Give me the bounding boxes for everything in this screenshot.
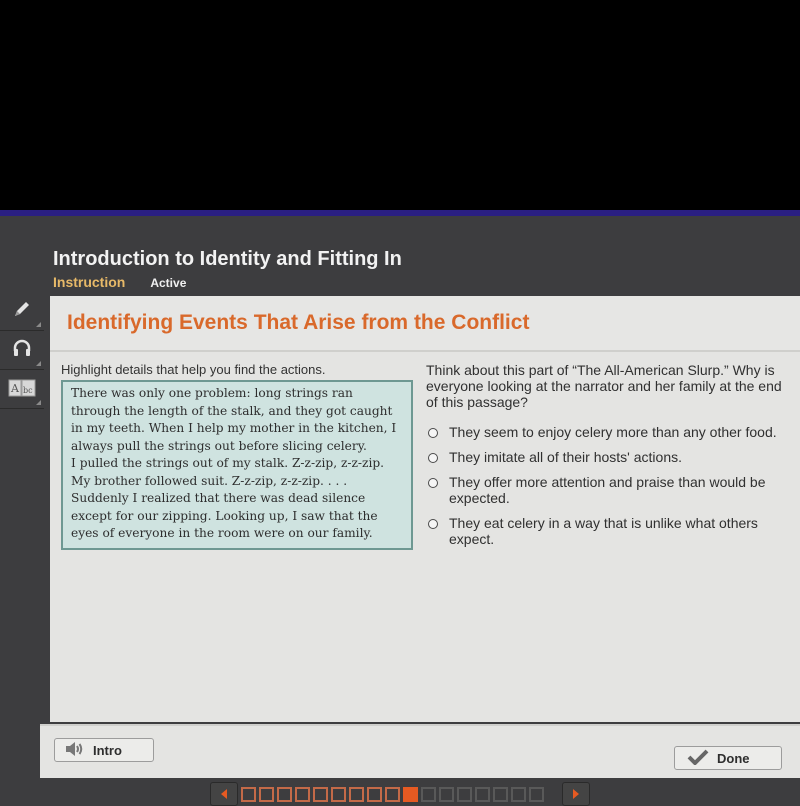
lesson-pager	[210, 782, 590, 806]
answer-option-label[interactable]: They seem to enjoy celery more than any …	[449, 424, 777, 440]
tool-menu-corner	[36, 361, 41, 366]
svg-text:A: A	[10, 382, 20, 395]
passage-paragraph[interactable]: There was only one problem: long strings…	[71, 385, 403, 455]
step-indicator-done[interactable]	[349, 786, 364, 802]
answer-option-label[interactable]: They offer more attention and praise tha…	[449, 474, 786, 506]
reading-passage[interactable]: There was only one problem: long strings…	[61, 380, 413, 550]
passage-paragraph[interactable]: Suddenly I realized that there was dead …	[71, 490, 403, 543]
intro-button-label: Intro	[93, 742, 122, 758]
step-indicator-current[interactable]	[403, 786, 418, 802]
tool-menu-corner	[36, 400, 41, 405]
answer-options: They seem to enjoy celery more than any …	[426, 424, 786, 547]
step-indicator-upcoming[interactable]	[511, 786, 526, 802]
passage-instruction: Highlight details that help you find the…	[61, 362, 326, 377]
question-prompt: Think about this part of “The All-Americ…	[426, 362, 782, 410]
answer-option-label[interactable]: They imitate all of their hosts' actions…	[449, 449, 682, 465]
tool-menu-corner	[36, 322, 41, 327]
lesson-title: Identifying Events That Arise from the C…	[67, 311, 530, 334]
dictionary-tool-button[interactable]: Abc	[0, 370, 44, 409]
step-indicator-upcoming[interactable]	[439, 786, 454, 802]
passage-paragraph[interactable]: I pulled the strings out of my stalk. Z-…	[71, 455, 403, 490]
step-indicator-done[interactable]	[331, 786, 346, 802]
done-button[interactable]: Done	[674, 746, 782, 770]
next-page-button[interactable]	[562, 782, 590, 806]
step-indicator-done[interactable]	[367, 786, 382, 802]
step-indicator-done[interactable]	[241, 786, 256, 802]
answer-option[interactable]: They imitate all of their hosts' actions…	[426, 449, 786, 465]
step-indicator-upcoming[interactable]	[421, 786, 436, 802]
pencil-icon	[11, 298, 33, 325]
chevron-right-icon	[573, 789, 579, 799]
svg-text:bc: bc	[23, 386, 33, 395]
step-indicator-upcoming[interactable]	[529, 786, 544, 802]
breadcrumb-section[interactable]: Instruction	[53, 274, 125, 290]
breadcrumb: Instruction Active	[53, 274, 186, 290]
lesson-footer: Intro Done	[40, 724, 800, 778]
done-button-label: Done	[717, 750, 750, 766]
previous-page-button[interactable]	[210, 782, 238, 806]
radio-button[interactable]	[428, 453, 438, 463]
step-indicator-upcoming[interactable]	[475, 786, 490, 802]
lesson-header: Identifying Events That Arise from the C…	[50, 296, 800, 352]
headphones-icon	[11, 337, 33, 364]
answer-option[interactable]: They seem to enjoy celery more than any …	[426, 424, 786, 440]
step-indicators	[241, 786, 544, 802]
dictionary-icon: Abc	[7, 376, 37, 403]
step-indicator-upcoming[interactable]	[457, 786, 472, 802]
step-indicator-done[interactable]	[313, 786, 328, 802]
radio-button[interactable]	[428, 478, 438, 488]
highlighter-tool-button[interactable]	[0, 292, 44, 331]
intro-button[interactable]: Intro	[54, 738, 154, 762]
passage-column: Highlight details that help you find the…	[61, 362, 413, 550]
answer-option[interactable]: They offer more attention and praise tha…	[426, 474, 786, 506]
app-screen: Introduction to Identity and Fitting In …	[0, 210, 800, 806]
radio-button[interactable]	[428, 428, 438, 438]
step-indicator-done[interactable]	[259, 786, 274, 802]
chevron-left-icon	[221, 789, 227, 799]
step-indicator-done[interactable]	[277, 786, 292, 802]
status-label: Active	[150, 276, 187, 290]
course-title: Introduction to Identity and Fitting In	[53, 248, 402, 270]
step-indicator-upcoming[interactable]	[493, 786, 508, 802]
tool-sidebar: Abc	[0, 292, 46, 409]
lesson-panel: Identifying Events That Arise from the C…	[50, 296, 800, 722]
radio-button[interactable]	[428, 519, 438, 529]
answer-option-label[interactable]: They eat celery in a way that is unlike …	[449, 515, 786, 547]
audio-tool-button[interactable]	[0, 331, 44, 370]
step-indicator-done[interactable]	[385, 786, 400, 802]
answer-option[interactable]: They eat celery in a way that is unlike …	[426, 515, 786, 547]
question-column: Think about this part of “The All-Americ…	[426, 362, 786, 556]
checkmark-icon	[687, 749, 709, 768]
speaker-icon	[65, 741, 85, 760]
step-indicator-done[interactable]	[295, 786, 310, 802]
